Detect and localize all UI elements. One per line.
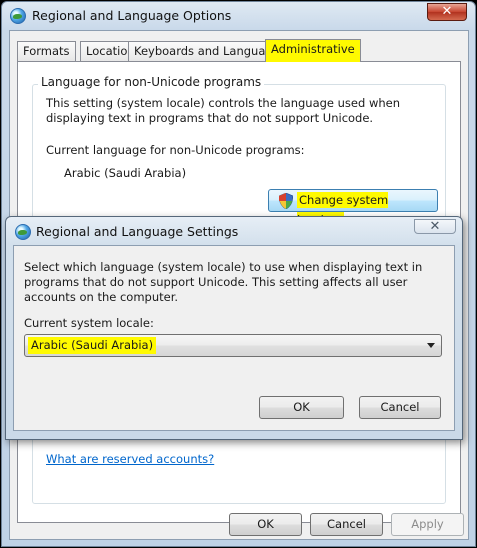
- system-locale-description: This setting (system locale) controls th…: [46, 96, 401, 125]
- close-icon[interactable]: ✕: [427, 3, 467, 21]
- dialog-ok-button[interactable]: OK: [259, 396, 344, 419]
- dialog-client: Select which language (system locale) to…: [13, 245, 455, 431]
- tab-formats[interactable]: Formats: [17, 41, 76, 61]
- group-title: Language for non-Unicode programs: [38, 75, 265, 89]
- cancel-button[interactable]: Cancel: [310, 513, 383, 536]
- chevron-down-icon: [427, 343, 435, 348]
- title-bar: Regional and Language Options ✕: [2, 2, 475, 30]
- system-locale-select[interactable]: Arabic (Saudi Arabia): [24, 334, 442, 357]
- ok-button[interactable]: OK: [229, 513, 302, 536]
- dialog-cancel-button[interactable]: Cancel: [359, 396, 441, 419]
- system-locale-value: Arabic (Saudi Arabia): [28, 337, 157, 354]
- globe-icon: [10, 8, 26, 24]
- dialog-description: Select which language (system locale) to…: [24, 260, 423, 304]
- apply-button[interactable]: Apply: [391, 513, 464, 536]
- globe-icon: [15, 224, 31, 240]
- dialog-title: Regional and Language Settings: [36, 224, 239, 239]
- regional-settings-dialog: Regional and Language Settings ✕ Select …: [5, 216, 463, 440]
- reserved-accounts-link[interactable]: What are reserved accounts?: [46, 452, 214, 466]
- current-language-value: Arabic (Saudi Arabia): [64, 166, 187, 180]
- close-icon[interactable]: ✕: [414, 219, 456, 234]
- system-locale-label: Current system locale:: [24, 316, 154, 330]
- shield-icon: [279, 193, 293, 209]
- window-title: Regional and Language Options: [32, 8, 232, 23]
- current-language-label: Current language for non-Unicode program…: [46, 143, 305, 157]
- tab-administrative[interactable]: Administrative: [265, 39, 361, 62]
- change-system-locale-button[interactable]: Change system locale...: [268, 189, 438, 228]
